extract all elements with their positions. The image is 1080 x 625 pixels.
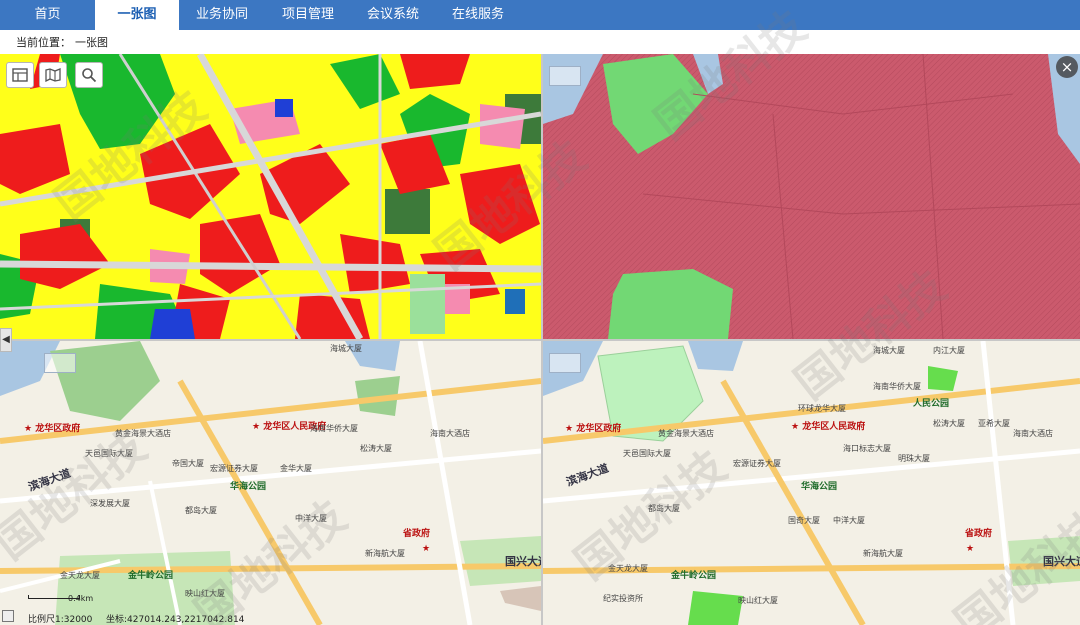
label-district-gov-right: ★ 龙华区人民政府 [791, 420, 865, 432]
tab-home[interactable]: 首页 [0, 0, 95, 30]
label-place-12: 海南华侨大厦 [310, 423, 358, 433]
map-panel-street-right[interactable]: ★ 龙华区人民政府 ★ 龙华区政府 省政府 ★ 华海公园 金牛岭公园 人民公园 … [543, 341, 1080, 625]
label-place-2: 天邑国际大厦 [85, 448, 133, 458]
label-place-11: 映山红大厦 [185, 588, 225, 598]
label-place-r13: 纪实投资所 [603, 593, 643, 603]
corner-tool-button[interactable] [2, 610, 14, 622]
label-park-huahai-right: 华海公园 [801, 480, 837, 492]
map-icon [45, 68, 61, 82]
label-place-r7: 都岛大厦 [648, 503, 680, 513]
scalebar: 0.4km [28, 594, 93, 603]
label-park-renmin: 人民公园 [912, 397, 949, 409]
layer-toggle-button-left[interactable] [44, 353, 76, 373]
scale-text: 比例尺1:32000 [28, 615, 93, 625]
tab-one-map[interactable]: 一张图 [95, 0, 179, 30]
label-place-5: 金华大厦 [280, 463, 312, 473]
label-place-r1: 环球龙华大厦 [798, 403, 846, 413]
label-place-r17: 海南大酒店 [1013, 428, 1053, 438]
street-map-right-graphic: ★ 龙华区人民政府 ★ 龙华区政府 省政府 ★ 华海公园 金牛岭公园 人民公园 … [543, 341, 1080, 625]
label-place-r11: 金天龙大厦 [608, 563, 648, 573]
label-place-r3: 天邑国际大厦 [623, 448, 671, 458]
label-place-10: 金天龙大厦 [60, 570, 100, 580]
label-place-7: 都岛大厦 [185, 505, 217, 515]
layer-toggle-button-right[interactable] [549, 353, 581, 373]
label-place-9: 新海航大厦 [365, 548, 405, 558]
label-place-13: 松涛大厦 [360, 443, 392, 453]
label-place-r15: 松涛大厦 [933, 418, 965, 428]
label-place-r16: 亚希大厦 [978, 418, 1010, 428]
map-tool-button[interactable] [39, 62, 67, 88]
label-place-6: 深发展大厦 [90, 498, 130, 508]
map-panel-zoning[interactable] [543, 54, 1080, 339]
tab-project-management[interactable]: 项目管理 [265, 0, 351, 30]
label-park-huahai: 华海公园 [230, 480, 266, 492]
map-panel-landuse[interactable] [0, 54, 541, 339]
top-nav: 首页 一张图 业务协同 项目管理 会议系统 在线服务 [0, 0, 1080, 30]
label-district-left: ★ 龙华区政府 [24, 422, 80, 434]
landuse-map-graphic [0, 54, 541, 339]
label-place-8: 中洋大厦 [295, 513, 327, 523]
label-place-r19: 内江大厦 [933, 345, 965, 355]
layer-toggle-button[interactable] [549, 66, 581, 86]
breadcrumb-current: 一张图 [75, 36, 108, 49]
label-park-jinniuling: 金牛岭公园 [127, 569, 173, 581]
collapse-panel-button[interactable]: ◀ [0, 328, 12, 352]
label-province-gov-right: 省政府 [964, 527, 992, 539]
close-icon: × [1060, 58, 1074, 76]
label-place-r8: 国奇大厦 [788, 515, 820, 525]
tab-collaboration[interactable]: 业务协同 [179, 0, 265, 30]
label-place-r18: 海城大厦 [873, 345, 905, 355]
layers-icon [12, 68, 28, 82]
label-place-r5: 海口标志大厦 [843, 443, 891, 453]
label-district-right: ★ 龙华区政府 [565, 422, 621, 434]
label-road-guoxing: 国兴大道 [505, 554, 541, 568]
breadcrumb-prefix: 当前位置： [16, 36, 71, 49]
label-place-1: 黄金海景大酒店 [115, 428, 171, 438]
map-panel-street-left[interactable]: ★ 龙华区人民政府 ★ 龙华区政府 省政府 ★ 华海公园 金牛岭公园 滨海大道 … [0, 341, 541, 625]
label-place-14: 海南大酒店 [430, 428, 470, 438]
horizontal-divider[interactable] [0, 339, 1080, 341]
search-icon [82, 68, 97, 83]
label-road-guoxing-right: 国兴大道 [1043, 554, 1080, 568]
tab-online-service[interactable]: 在线服务 [435, 0, 521, 30]
label-place-r6: 明珠大厦 [898, 453, 930, 463]
label-place-4: 宏源证券大厦 [210, 463, 258, 473]
breadcrumb: 当前位置： 一张图 [16, 34, 112, 50]
close-button[interactable]: × [1056, 56, 1078, 78]
chevron-left-icon: ◀ [2, 334, 10, 345]
label-province-star-right: ★ [966, 544, 974, 554]
zoning-map-graphic [543, 54, 1080, 339]
label-place-3: 帝国大厦 [172, 458, 204, 468]
label-place-r10: 新海航大厦 [863, 548, 903, 558]
label-place-r2: 黄金海景大酒店 [658, 428, 714, 438]
label-place-r9: 中洋大厦 [833, 515, 865, 525]
coordinate-readout: 坐标:427014.243,2217042.814 [106, 615, 245, 625]
label-province-star: ★ [422, 544, 430, 554]
tab-meeting-system[interactable]: 会议系统 [351, 0, 435, 30]
search-tool-button[interactable] [75, 62, 103, 88]
label-place-r12: 映山红大厦 [738, 595, 778, 605]
layers-tool-button[interactable] [6, 62, 34, 88]
street-map-left-graphic: ★ 龙华区人民政府 ★ 龙华区政府 省政府 ★ 华海公园 金牛岭公园 滨海大道 … [0, 341, 541, 625]
label-park-jinniuling-right: 金牛岭公园 [670, 569, 716, 581]
label-place-r4: 宏源证券大厦 [733, 458, 781, 468]
label-place-15: 海城大厦 [330, 343, 362, 353]
label-place-r14: 海南华侨大厦 [873, 381, 921, 391]
label-province-gov: 省政府 [402, 527, 430, 539]
scalebar-label: 0.4km [68, 594, 94, 603]
